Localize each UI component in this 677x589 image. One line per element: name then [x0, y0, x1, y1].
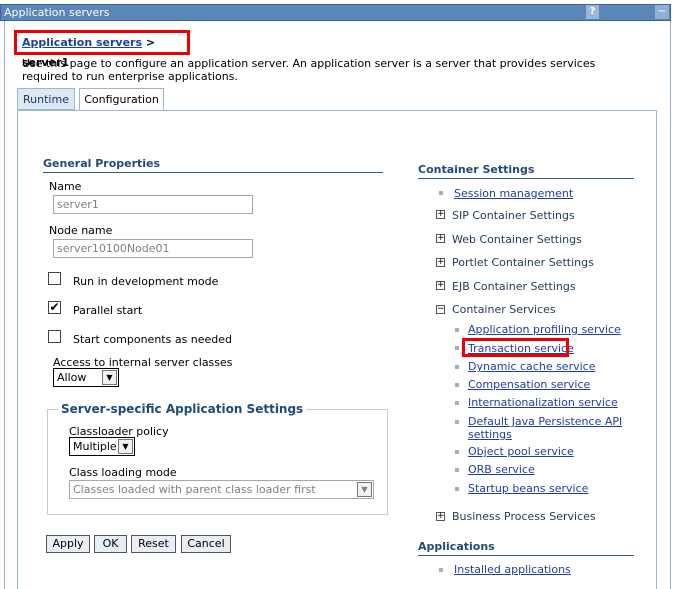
web-container-settings[interactable]: Web Container Settings	[452, 233, 582, 246]
expand-plus-icon[interactable]: +	[436, 512, 445, 521]
tab-configuration[interactable]: Configuration	[79, 88, 164, 111]
chevron-down-icon: ▼	[102, 370, 117, 385]
cancel-button[interactable]: Cancel	[181, 535, 231, 553]
classloader-policy-value: Multiple	[73, 440, 117, 453]
sip-container-settings[interactable]: SIP Container Settings	[452, 209, 575, 222]
expand-plus-icon[interactable]: +	[436, 281, 445, 290]
name-label: Name	[49, 180, 82, 193]
container-services[interactable]: Container Services	[452, 303, 556, 316]
application-profiling-service-link[interactable]: Application profiling service	[468, 323, 621, 336]
help-icon[interactable]: ?	[586, 5, 599, 19]
server-specific-heading: Server-specific Application Settings	[58, 402, 307, 416]
breadcrumb-link-application-servers[interactable]: Application servers	[22, 36, 142, 49]
ok-button[interactable]: OK	[94, 535, 127, 553]
applications-heading: Applications	[418, 540, 634, 556]
compensation-service-link[interactable]: Compensation service	[468, 378, 590, 391]
window-title-bar: Application servers ? −	[0, 4, 671, 21]
parallel-start-label: Parallel start	[73, 304, 143, 317]
bullet-icon	[455, 420, 459, 424]
internationalization-service-link[interactable]: Internationalization service	[468, 396, 618, 409]
bullet-icon	[455, 468, 459, 472]
container-settings-heading: Container Settings	[418, 163, 634, 179]
bullet-icon	[455, 346, 459, 350]
expand-plus-icon[interactable]: +	[436, 234, 445, 243]
reset-button[interactable]: Reset	[131, 535, 176, 553]
bullet-icon	[455, 328, 459, 332]
bullet-icon	[455, 383, 459, 387]
bullet-icon	[455, 401, 459, 405]
breadcrumb-separator: >	[145, 36, 156, 49]
chevron-down-icon: ▼	[357, 482, 372, 497]
collapse-minus-icon[interactable]: −	[436, 305, 445, 314]
expand-plus-icon[interactable]: +	[436, 210, 445, 219]
expand-plus-icon[interactable]: +	[436, 258, 445, 267]
access-classes-select[interactable]: Allow ▼	[53, 368, 119, 387]
start-components-checkbox[interactable]	[48, 330, 61, 343]
general-properties-heading: General Properties	[43, 157, 383, 173]
startup-beans-service-link[interactable]: Startup beans service	[468, 482, 588, 495]
portlet-container-settings[interactable]: Portlet Container Settings	[452, 256, 594, 269]
ejb-container-settings[interactable]: EJB Container Settings	[452, 280, 576, 293]
page-description: Use this page to configure an applicatio…	[22, 57, 596, 83]
name-field[interactable]: server1	[53, 195, 253, 214]
tab-runtime[interactable]: Runtime	[17, 88, 75, 110]
class-loading-mode-label: Class loading mode	[69, 466, 177, 479]
bullet-icon	[439, 568, 443, 572]
bullet-icon	[455, 365, 459, 369]
class-loading-mode-select[interactable]: Classes loaded with parent class loader …	[69, 480, 374, 499]
bullet-icon	[455, 487, 459, 491]
parallel-start-checkbox[interactable]: ✔	[48, 301, 61, 314]
classloader-policy-select[interactable]: Multiple ▼	[69, 437, 135, 456]
orb-service-link[interactable]: ORB service	[468, 463, 535, 476]
class-loading-mode-value: Classes loaded with parent class loader …	[73, 483, 316, 496]
apply-button[interactable]: Apply	[46, 535, 90, 553]
node-name-label: Node name	[49, 224, 113, 237]
node-name-field[interactable]: server10100Node01	[53, 239, 253, 258]
development-mode-checkbox[interactable]	[48, 272, 61, 285]
bullet-icon	[439, 191, 443, 195]
business-process-services[interactable]: Business Process Services	[452, 510, 596, 523]
minimize-icon[interactable]: −	[655, 5, 669, 19]
start-components-label: Start components as needed	[73, 333, 233, 346]
window-title: Application servers	[4, 6, 110, 19]
checkmark-icon: ✔	[49, 300, 60, 314]
default-jpa-settings-link[interactable]: Default Java Persistence API settings	[468, 415, 628, 441]
session-management-link[interactable]: Session management	[454, 187, 573, 200]
object-pool-service-link[interactable]: Object pool service	[468, 445, 574, 458]
transaction-service-highlight	[462, 338, 569, 357]
bullet-icon	[455, 450, 459, 454]
installed-applications-link[interactable]: Installed applications	[454, 563, 571, 576]
development-mode-label: Run in development mode	[73, 275, 219, 288]
access-classes-value: Allow	[57, 371, 87, 384]
breadcrumb: Application servers > server1	[14, 30, 190, 69]
chevron-down-icon: ▼	[118, 439, 133, 454]
dynamic-cache-service-link[interactable]: Dynamic cache service	[468, 360, 595, 373]
